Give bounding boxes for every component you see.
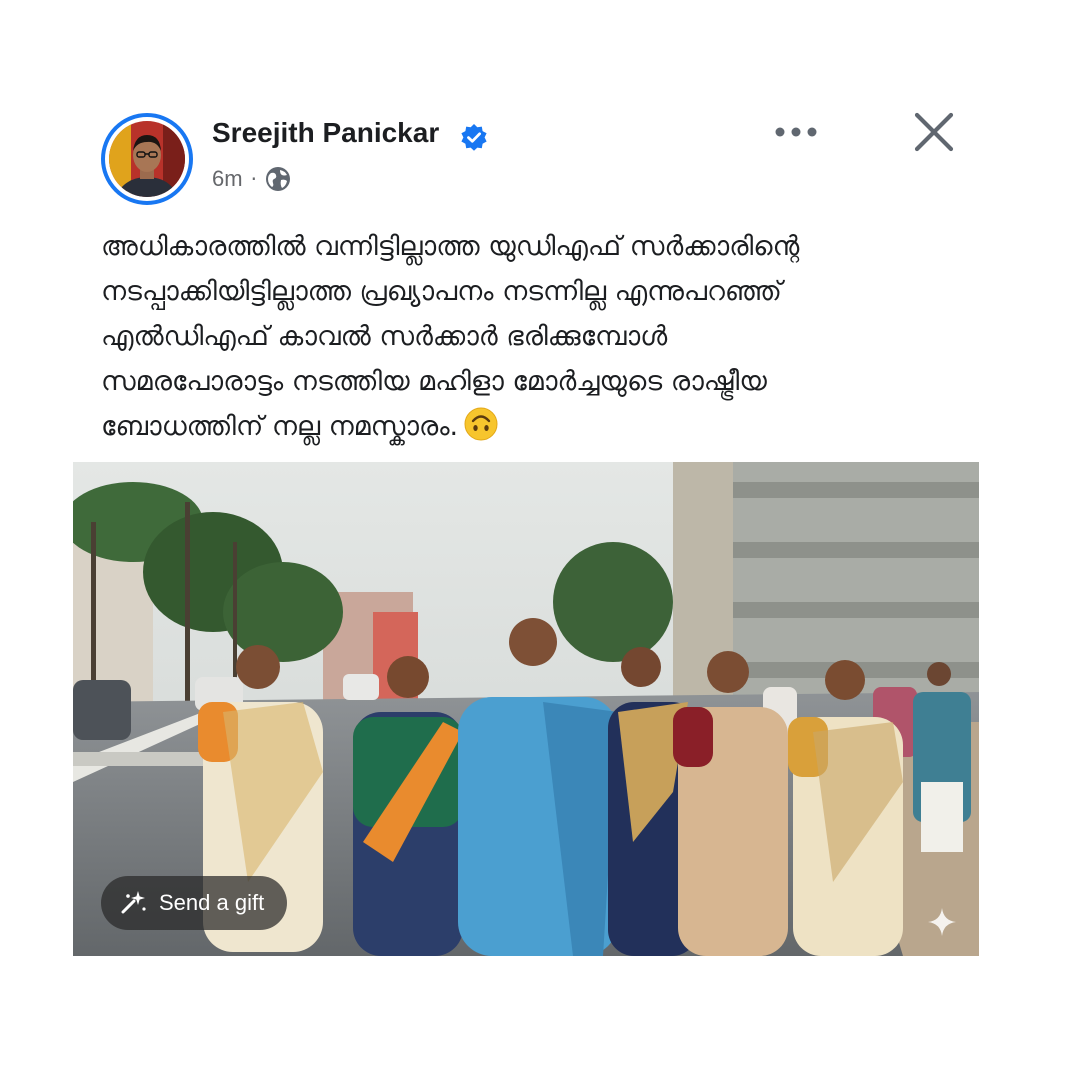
more-options-button[interactable] — [768, 112, 824, 152]
post-text-line: എൽഡിഎഫ് കാവൽ സർക്കാർ ഭരിക്കുമ്പോൾ — [101, 321, 668, 352]
author-name[interactable]: Sreejith Panickar — [212, 117, 439, 149]
ai-sparkle-icon — [928, 908, 956, 936]
send-gift-label: Send a gift — [159, 890, 265, 915]
timestamp[interactable]: 6m — [212, 166, 243, 192]
more-horizontal-icon — [775, 127, 817, 137]
post-text-line: സമരപോരാട്ടം നടത്തിയ മഹിളാ മോർച്ചയുടെ രാഷ… — [101, 366, 767, 397]
post-meta: 6m · — [212, 164, 291, 194]
post-text-last-line: ബോധത്തിന് നല്ല നമസ്കാരം. — [101, 404, 981, 449]
avatar-photo — [109, 121, 185, 197]
post-text-line: അധികാരത്തിൽ വന്നിട്ടില്ലാത്ത യുഡിഎഫ് സർക… — [101, 231, 800, 262]
gift-sparkle-icon — [121, 891, 146, 914]
post-header: Sreejith Panickar 6m · — [0, 0, 1080, 220]
meta-separator: · — [250, 167, 257, 191]
avatar[interactable] — [101, 113, 193, 205]
post-text: അധികാരത്തിൽ വന്നിട്ടില്ലാത്ത യുഡിഎഫ് സർക… — [101, 224, 981, 449]
close-icon — [914, 112, 954, 152]
post-image[interactable]: Send a gift — [73, 462, 979, 956]
post-text-line: ബോധത്തിന് നല്ല നമസ്കാരം. — [101, 411, 459, 442]
upside-down-face-emoji-icon — [464, 407, 498, 441]
verified-badge-icon — [461, 124, 487, 151]
send-gift-button[interactable]: Send a gift — [101, 876, 287, 930]
post-text-line: നടപ്പാക്കിയിട്ടില്ലാത്ത പ്രഖ്യാപനം നടന്ന… — [101, 276, 782, 307]
close-button[interactable] — [908, 106, 960, 158]
globe-icon — [265, 167, 290, 191]
